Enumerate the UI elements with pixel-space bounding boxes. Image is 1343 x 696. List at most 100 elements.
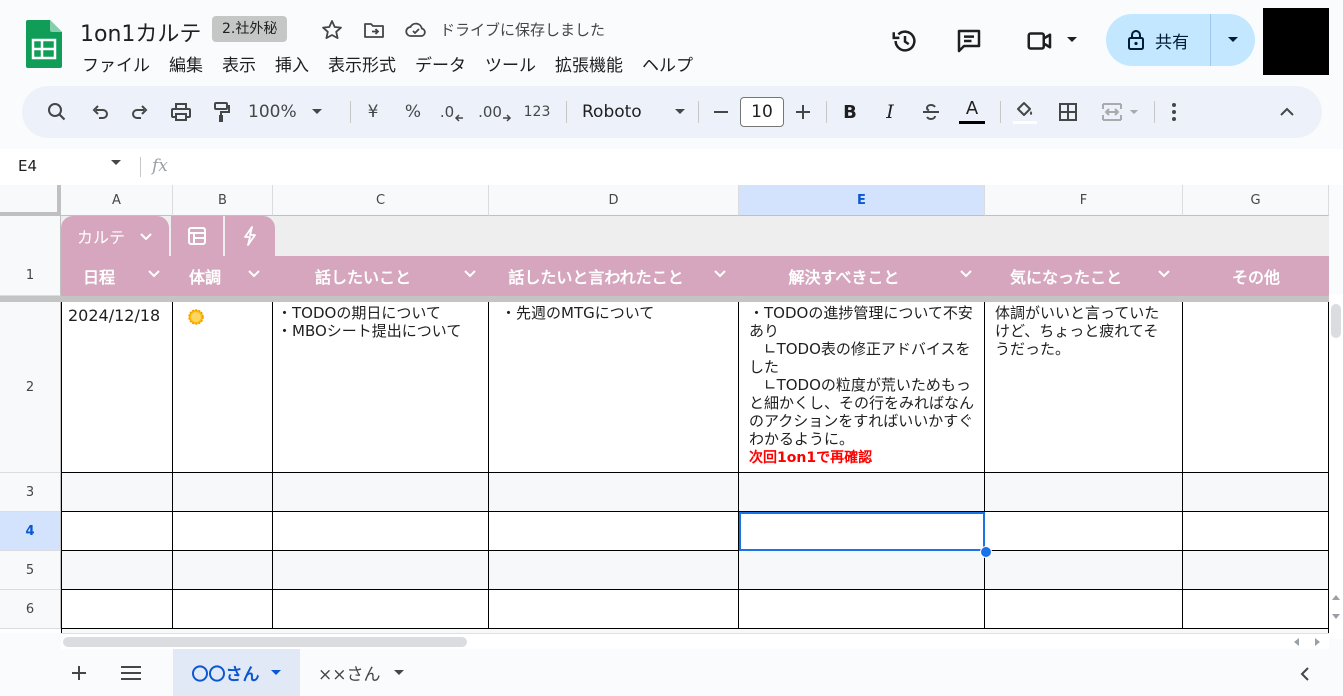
menu-extensions[interactable]: 拡張機能 <box>555 51 623 76</box>
cell-a2[interactable]: 2024/12/18 <box>61 302 173 473</box>
menu-help[interactable]: ヘルプ <box>642 51 693 76</box>
cell-g2[interactable] <box>1183 302 1329 473</box>
cell-b2[interactable] <box>173 302 273 473</box>
currency-format-button[interactable]: ¥ <box>360 86 386 138</box>
chevron-down-icon[interactable] <box>959 269 973 278</box>
horizontal-scrollbar[interactable] <box>61 633 1329 650</box>
menu-data[interactable]: データ <box>415 51 466 76</box>
header-cell-condition[interactable]: 体調 <box>173 256 273 296</box>
cell-f4[interactable] <box>985 512 1183 551</box>
font-size-input[interactable]: 10 <box>740 97 784 127</box>
move-folder-icon[interactable] <box>362 18 386 42</box>
cell-c5[interactable] <box>273 551 489 590</box>
menu-tools[interactable]: ツール <box>485 51 536 76</box>
cell-e5[interactable] <box>739 551 985 590</box>
scroll-up-icon[interactable] <box>1332 594 1340 602</box>
chevron-down-icon[interactable] <box>1157 269 1171 278</box>
redo-button[interactable] <box>126 86 154 138</box>
cloud-saved-icon[interactable] <box>404 18 428 42</box>
comments-icon[interactable] <box>954 26 984 56</box>
scroll-left-icon[interactable] <box>1293 638 1301 646</box>
menu-insert[interactable]: 挿入 <box>275 51 309 76</box>
share-dropdown[interactable] <box>1210 14 1255 66</box>
table-automation-chip[interactable] <box>225 216 275 256</box>
more-options-button[interactable] <box>1164 86 1184 138</box>
select-all-corner[interactable] <box>0 185 61 216</box>
decrease-decimal-button[interactable]: .0 <box>436 86 468 138</box>
row-header-3[interactable]: 3 <box>0 473 61 512</box>
zoom-select[interactable]: 100% <box>248 86 338 138</box>
vertical-scrollbar[interactable] <box>1329 294 1343 639</box>
cell-b5[interactable] <box>173 551 273 590</box>
cell-g4[interactable] <box>1183 512 1329 551</box>
star-icon[interactable] <box>320 18 344 42</box>
row-header-2[interactable]: 2 <box>0 302 61 473</box>
cell-f5[interactable] <box>985 551 1183 590</box>
header-cell-date[interactable]: 日程 <box>61 256 173 296</box>
chevron-down-icon[interactable] <box>393 669 405 677</box>
column-header-f[interactable]: F <box>985 185 1183 216</box>
cell-e6[interactable] <box>739 590 985 629</box>
fill-handle[interactable] <box>980 546 992 558</box>
menu-file[interactable]: ファイル <box>82 51 150 76</box>
table-name-chip[interactable]: カルテ <box>61 216 169 256</box>
chevron-down-icon[interactable] <box>247 269 261 278</box>
header-cell-other[interactable]: その他 <box>1183 256 1329 296</box>
chevron-down-icon[interactable] <box>270 669 282 677</box>
more-formats-button[interactable]: 123 <box>522 86 552 138</box>
menu-format[interactable]: 表示形式 <box>328 51 396 76</box>
cell-c3[interactable] <box>273 473 489 512</box>
undo-button[interactable] <box>86 86 114 138</box>
chevron-down-icon[interactable] <box>110 159 122 167</box>
classification-label[interactable]: 2.社外秘 <box>212 16 288 42</box>
cell-d3[interactable] <box>489 473 739 512</box>
cell-c2[interactable]: ・TODOの期日について ・MBOシート提出について <box>273 302 489 473</box>
cell-d5[interactable] <box>489 551 739 590</box>
meet-dropdown-icon[interactable] <box>1066 36 1078 44</box>
cell-a3[interactable] <box>61 473 173 512</box>
cell-c4[interactable] <box>273 512 489 551</box>
history-icon[interactable] <box>890 26 920 56</box>
scroll-right-icon[interactable] <box>1313 638 1321 646</box>
row-header-5[interactable]: 5 <box>0 551 61 590</box>
header-cell-requested[interactable]: 話したいと言われたこと <box>489 256 739 296</box>
paint-format-button[interactable] <box>208 86 236 138</box>
cell-a5[interactable] <box>61 551 173 590</box>
cell-b4[interactable] <box>173 512 273 551</box>
decrease-font-size-button[interactable] <box>710 86 732 138</box>
sheets-logo-icon[interactable] <box>26 20 62 68</box>
chevron-down-icon[interactable] <box>463 269 477 278</box>
cell-d4[interactable] <box>489 512 739 551</box>
increase-font-size-button[interactable] <box>792 86 814 138</box>
cell-g3[interactable] <box>1183 473 1329 512</box>
add-sheet-icon[interactable] <box>71 665 87 681</box>
column-header-g[interactable]: G <box>1183 185 1329 216</box>
strikethrough-button[interactable] <box>918 86 944 138</box>
share-button[interactable]: 共有 <box>1106 14 1211 66</box>
all-sheets-menu-icon[interactable] <box>121 666 141 680</box>
document-title[interactable]: 1on1カルテ <box>80 16 201 48</box>
chevron-down-icon[interactable] <box>713 269 727 278</box>
row-header-6[interactable]: 6 <box>0 590 61 629</box>
column-header-b[interactable]: B <box>173 185 273 216</box>
sheet-tab-active[interactable]: 〇〇さん <box>173 649 300 696</box>
text-color-button[interactable]: A <box>956 86 988 138</box>
search-menus-button[interactable] <box>42 86 72 138</box>
cell-e3[interactable] <box>739 473 985 512</box>
column-header-a[interactable]: A <box>61 185 173 216</box>
cell-c6[interactable] <box>273 590 489 629</box>
cell-b6[interactable] <box>173 590 273 629</box>
cell-f3[interactable] <box>985 473 1183 512</box>
merge-cells-button[interactable] <box>1096 86 1144 138</box>
cell-a6[interactable] <box>61 590 173 629</box>
column-header-c[interactable]: C <box>273 185 489 216</box>
collapse-menu-button[interactable] <box>1274 86 1300 138</box>
row-header-4[interactable]: 4 <box>0 512 61 551</box>
scroll-down-icon[interactable] <box>1332 612 1340 620</box>
column-header-d[interactable]: D <box>489 185 739 216</box>
cell-g5[interactable] <box>1183 551 1329 590</box>
chevron-down-icon[interactable] <box>147 269 161 278</box>
spreadsheet-grid[interactable]: A B C D E F G カルテ 1 2 3 4 5 6 日程 体調 話したい… <box>0 185 1329 633</box>
italic-button[interactable]: I <box>878 86 902 138</box>
vertical-scroll-thumb[interactable] <box>1331 304 1341 338</box>
